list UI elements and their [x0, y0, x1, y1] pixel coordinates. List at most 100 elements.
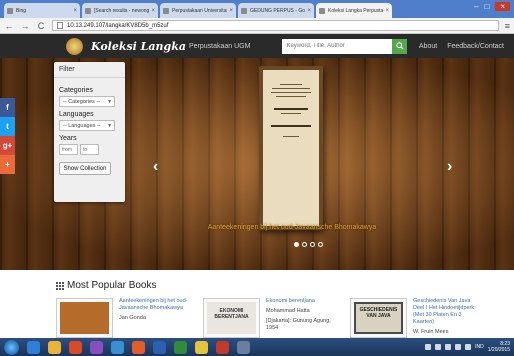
categories-select[interactable]: -- Categories -- ▾ — [59, 96, 115, 107]
media-player-icon[interactable] — [69, 340, 82, 354]
book-title-link[interactable]: Ekonomi berentjana — [266, 298, 336, 305]
browser-tab-active[interactable]: Koleksi Langka Perpustak × — [316, 3, 392, 18]
tab-label: GEDUNG PERPUS - Googl — [250, 7, 306, 14]
carousel-next-icon[interactable]: › — [447, 158, 452, 176]
book-text-line — [276, 96, 306, 97]
tab-label: Koleksi Langka Perpustak — [328, 7, 384, 14]
browser-menu-icon[interactable]: ≡ — [505, 21, 510, 31]
start-button[interactable] — [4, 339, 19, 355]
categories-value: -- Categories -- — [63, 98, 100, 105]
browser-tab[interactable]: GEDUNG PERPUS - Googl × — [238, 3, 314, 18]
years-range — [59, 144, 120, 155]
nav-about[interactable]: About — [419, 43, 437, 50]
tab-close-icon[interactable]: × — [307, 8, 311, 14]
tab-close-icon[interactable]: × — [229, 8, 233, 14]
network-icon[interactable] — [455, 344, 462, 350]
share-more-icon[interactable]: + — [0, 155, 15, 174]
close-window-icon[interactable]: × — [495, 2, 510, 11]
search-input[interactable] — [282, 38, 393, 54]
chrome-icon[interactable] — [195, 340, 208, 354]
back-icon[interactable]: ← — [4, 21, 14, 31]
book-title-link[interactable]: Aanteekeningen bij het oud-Javaansche Bh… — [119, 298, 189, 312]
book-title-link[interactable]: Geschiedenis Van Java Deel I Het Hindoet… — [413, 298, 483, 326]
tab-close-icon[interactable]: × — [73, 8, 77, 14]
folder-icon[interactable] — [48, 340, 61, 354]
book-cover[interactable] — [56, 298, 113, 338]
excel-icon[interactable] — [174, 340, 187, 354]
book-card[interactable]: GESCHIEDENIS VAN JAVA Geschiedenis Van J… — [350, 298, 483, 338]
system-tray: IND 8:23 1/20/2015 — [425, 341, 510, 353]
ie-icon[interactable] — [27, 340, 40, 354]
book-card[interactable]: Aanteekeningen bij het oud-Javaansche Bh… — [56, 298, 189, 338]
carousel-dot[interactable] — [310, 242, 315, 247]
cover-text: EKONOMI BERENTJANA — [207, 302, 256, 334]
search-button[interactable] — [392, 38, 408, 54]
tray-icon[interactable] — [425, 344, 432, 350]
carousel-dot-active[interactable] — [294, 242, 299, 247]
book-title-line — [274, 108, 308, 110]
tab-close-icon[interactable]: × — [151, 8, 155, 14]
tab-label: Bing — [16, 7, 27, 14]
book-page — [263, 70, 319, 226]
cover-text: GESCHIEDENIS VAN JAVA — [354, 302, 403, 334]
tab-label: [Search results - newong] · — [94, 7, 150, 14]
input-language[interactable]: IND — [475, 344, 484, 350]
section-title: Most Popular Books — [56, 280, 157, 291]
app-icon[interactable] — [111, 340, 124, 354]
forward-icon[interactable]: → — [20, 21, 30, 31]
tab-close-icon[interactable]: × — [385, 8, 389, 14]
browser-tab[interactable]: Bing × — [4, 3, 80, 18]
search-icon — [396, 42, 404, 50]
page-icon — [57, 22, 63, 29]
nav-feedback[interactable]: Feedback/Contact — [447, 43, 504, 50]
browser-tab[interactable]: [Search results - newong] · × — [82, 3, 158, 18]
carousel-prev-icon[interactable]: ‹ — [153, 158, 158, 176]
volume-icon[interactable] — [465, 344, 472, 350]
carousel-indicators — [294, 242, 323, 247]
site-brand[interactable]: Koleksi Langka — [91, 40, 186, 53]
firefox-icon[interactable] — [132, 340, 145, 354]
show-collection-button[interactable]: Show Collection — [59, 162, 111, 175]
url-field[interactable]: 10.13.249.107/langka/KV8D5b_m5zuf — [52, 20, 499, 31]
facebook-icon[interactable]: f — [0, 98, 15, 117]
grid-icon — [56, 281, 64, 290]
book-author: W. Fruin Mees — [413, 329, 449, 335]
favicon-icon — [241, 7, 247, 14]
taskbar-clock[interactable]: 8:23 1/20/2015 — [488, 341, 510, 353]
browser-tab-bar: Bing × [Search results - newong] · × Per… — [0, 0, 514, 18]
tray-icon[interactable] — [445, 344, 452, 350]
tray-icon[interactable] — [435, 344, 442, 350]
book-text-line — [271, 92, 311, 93]
word-icon[interactable] — [153, 340, 166, 354]
year-to-input[interactable] — [80, 144, 99, 155]
url-text: 10.13.249.107/langka/KV8D5b_m5zuf — [67, 22, 169, 29]
window-controls: – □ × — [474, 2, 510, 11]
minimize-icon[interactable]: – — [474, 2, 478, 11]
carousel-book-image[interactable] — [259, 66, 323, 230]
powerpoint-icon[interactable] — [216, 340, 229, 354]
book-cover[interactable]: EKONOMI BERENTJANA — [203, 298, 260, 338]
carousel-caption[interactable]: Aanteekeningen bij het oud-Javaansche Bh… — [0, 224, 514, 231]
maximize-icon[interactable]: □ — [484, 2, 489, 11]
onenote-icon[interactable] — [90, 340, 103, 354]
site-brand-sub: Perpustakaan UGM — [188, 42, 251, 50]
app-icon[interactable] — [237, 340, 250, 354]
carousel-dot[interactable] — [318, 242, 323, 247]
browser-tab[interactable]: Perpustakaan Universitas · × — [160, 3, 236, 18]
languages-select[interactable]: -- Languages -- ▾ — [59, 120, 115, 131]
reload-icon[interactable]: C — [36, 21, 46, 31]
year-from-input[interactable] — [59, 144, 78, 155]
googleplus-icon[interactable]: g+ — [0, 136, 15, 155]
carousel-dot[interactable] — [302, 242, 307, 247]
social-share-bar: f t g+ + — [0, 98, 15, 174]
ugm-logo[interactable] — [66, 37, 83, 55]
book-title-line — [271, 125, 311, 127]
categories-label: Categories — [59, 87, 93, 94]
address-bar: ← → C 10.13.249.107/langka/KV8D5b_m5zuf … — [0, 18, 514, 34]
book-text-line — [280, 84, 302, 85]
twitter-icon[interactable]: t — [0, 117, 15, 136]
book-cover[interactable]: GESCHIEDENIS VAN JAVA — [350, 298, 407, 338]
site-nav: About Feedback/Contact — [419, 43, 504, 50]
book-card[interactable]: EKONOMI BERENTJANA Ekonomi berentjana Mo… — [203, 298, 336, 338]
chevron-down-icon: ▾ — [108, 122, 111, 129]
